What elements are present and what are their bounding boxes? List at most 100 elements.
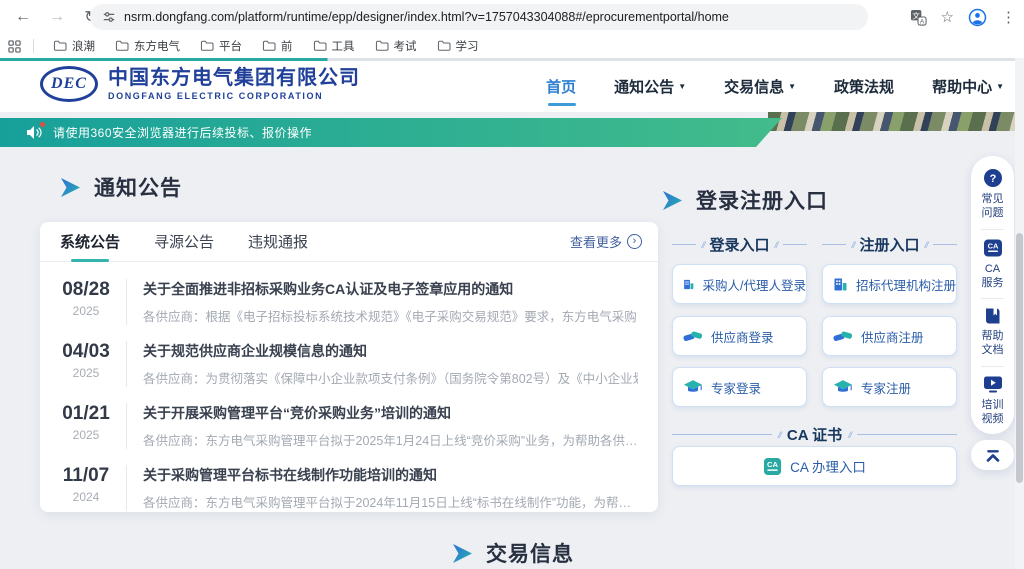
notice-desc: 各供应商：东方电气采购管理平台拟于2025年1月24日上线“竞价采购”业务，为帮… <box>143 430 638 449</box>
login-section-header: 登录注册入口 <box>662 185 828 215</box>
rail-item-faq[interactable]: ? 常见问题 <box>971 168 1014 221</box>
back-icon[interactable]: ← <box>10 4 36 30</box>
bookmarks-bar: 浪潮 东方电气 平台 前 工具 考试 学习 <box>0 34 1024 58</box>
section-title: 通知公告 <box>94 172 182 202</box>
browser-toolbar: ← → ↻ nsrm.dongfang.com/platform/runtime… <box>0 0 1024 34</box>
section-arrow-icon <box>60 178 81 197</box>
expert-login-button[interactable]: 专家登录 <box>672 367 807 407</box>
collapse-up-icon <box>984 448 1002 463</box>
chevron-down-icon: ▼ <box>996 82 1004 91</box>
ca-group-header: // CA 证书 // <box>672 424 957 445</box>
bookmark-label: 平台 <box>219 38 242 54</box>
register-group-header: // 注册入口 // <box>822 234 957 255</box>
ca-badge-icon: CA <box>763 457 782 476</box>
handshake-icon <box>833 329 853 344</box>
nav-item-home[interactable]: 首页 <box>546 76 576 97</box>
translate-icon[interactable]: 文 A <box>910 9 927 26</box>
svg-text:CA: CA <box>987 241 998 250</box>
section-arrow-icon <box>662 191 683 210</box>
company-name-en: DONGFANG ELECTRIC CORPORATION <box>108 91 360 101</box>
bookmark-label: 浪潮 <box>72 38 95 54</box>
nav-item-help-center[interactable]: 帮助中心▼ <box>932 76 1004 97</box>
notice-desc: 各供应商：东方电气采购管理平台拟于2024年11月15日上线“标书在线制作”功能… <box>143 492 631 511</box>
notice-date: 04/03 2025 <box>56 341 116 380</box>
notices-card: 系统公告 寻源公告 违规通报 查看更多 › 08/28 2025 关于全面推进非… <box>40 222 658 512</box>
notice-tabs: 系统公告 寻源公告 违规通报 查看更多 › <box>40 222 658 262</box>
supplier-register-button[interactable]: 供应商注册 <box>822 316 957 356</box>
building-icon <box>683 276 695 293</box>
handshake-icon <box>683 329 703 344</box>
chevron-right-circle-icon: › <box>627 234 642 249</box>
notice-title[interactable]: 关于全面推进非招标采购业务CA认证及电子签章应用的通知 <box>143 279 638 299</box>
bookmark-folder[interactable]: 学习 <box>430 36 486 56</box>
bookmark-folder[interactable]: 考试 <box>368 36 424 56</box>
bookmark-label: 考试 <box>394 38 417 54</box>
notice-row[interactable]: 08/28 2025 关于全面推进非招标采购业务CA认证及电子签章应用的通知 各… <box>56 270 638 332</box>
nav-item-policies[interactable]: 政策法规 <box>834 76 894 97</box>
bookmark-folder[interactable]: 前 <box>255 36 300 56</box>
notice-title[interactable]: 关于开展采购管理平台“竞价采购业务”培训的通知 <box>143 403 638 423</box>
bookmark-folder[interactable]: 浪潮 <box>46 36 102 56</box>
banner-photo <box>768 112 1024 131</box>
agency-register-button[interactable]: 招标代理机构注册 <box>822 264 957 304</box>
tab-violation-reports[interactable]: 违规通报 <box>248 222 308 262</box>
divider <box>33 39 34 53</box>
tab-system-notices[interactable]: 系统公告 <box>60 222 120 262</box>
notice-row[interactable]: 01/21 2025 关于开展采购管理平台“竞价采购业务”培训的通知 各供应商：… <box>56 394 638 456</box>
nav-item-trade-info[interactable]: 交易信息▼ <box>724 76 796 97</box>
menu-dots-icon[interactable]: ⋮ <box>1001 8 1016 26</box>
section-arrow-icon <box>452 544 473 563</box>
question-icon: ? <box>983 168 1003 188</box>
rail-item-ca-service[interactable]: CA CA服务 <box>971 238 1014 291</box>
site-header: DEC 中国东方电气集团有限公司 DONGFANG ELECTRIC CORPO… <box>0 61 1024 112</box>
rail-item-help-docs[interactable]: 帮助文档 <box>971 307 1014 358</box>
announcement-ticker: 请使用360安全浏览器进行后续投标、报价操作 <box>0 118 782 147</box>
view-more-link[interactable]: 查看更多 › <box>570 232 642 251</box>
bookmark-folder[interactable]: 东方电气 <box>108 36 187 56</box>
page-scrollbar <box>1015 58 1024 569</box>
folder-icon <box>313 40 327 52</box>
notice-title[interactable]: 关于规范供应商企业规模信息的通知 <box>143 341 638 361</box>
bookmark-star-icon[interactable]: ☆ <box>941 8 954 26</box>
tab-sourcing-notices[interactable]: 寻源公告 <box>154 222 214 262</box>
apps-grid-icon[interactable] <box>8 40 21 53</box>
ca-apply-button[interactable]: CA CA 办理入口 <box>672 446 957 486</box>
notice-date: 11/07 2024 <box>56 465 116 504</box>
folder-icon <box>262 40 276 52</box>
folder-icon <box>115 40 129 52</box>
site-info-icon[interactable] <box>102 10 116 24</box>
notices-section-header: 通知公告 <box>60 172 182 202</box>
video-icon <box>983 375 1003 394</box>
collapse-to-top-button[interactable] <box>971 440 1014 470</box>
address-bar[interactable]: nsrm.dongfang.com/platform/runtime/epp/d… <box>90 4 868 30</box>
notice-row[interactable]: 04/03 2025 关于规范供应商企业规模信息的通知 各供应商：为贯彻落实《保… <box>56 332 638 394</box>
supplier-login-button[interactable]: 供应商登录 <box>672 316 807 356</box>
folder-icon <box>437 40 451 52</box>
profile-icon[interactable] <box>968 8 987 27</box>
company-logo[interactable]: DEC 中国东方电气集团有限公司 DONGFANG ELECTRIC CORPO… <box>40 66 360 102</box>
notice-title[interactable]: 关于采购管理平台标书在线制作功能培训的通知 <box>143 465 631 485</box>
section-title: 交易信息 <box>486 538 574 568</box>
folder-icon <box>200 40 214 52</box>
bookmark-folder[interactable]: 工具 <box>306 36 362 56</box>
main-nav: 首页 通知公告▼ 交易信息▼ 政策法规 帮助中心▼ <box>546 61 1004 112</box>
svg-text:CA: CA <box>767 459 778 468</box>
notice-row[interactable]: 11/07 2024 关于采购管理平台标书在线制作功能培训的通知 各供应商：东方… <box>56 456 638 518</box>
purchaser-login-button[interactable]: 采购人/代理人登录 <box>672 264 807 304</box>
nav-item-notices[interactable]: 通知公告▼ <box>614 76 686 97</box>
trade-section-header: 交易信息 <box>452 538 574 568</box>
bookmark-label: 东方电气 <box>134 38 180 54</box>
forward-icon[interactable]: → <box>44 4 70 30</box>
ca-icon: CA <box>983 238 1003 258</box>
bookmark-label: 前 <box>281 38 293 54</box>
login-group-header: // 登录入口 // <box>672 234 807 255</box>
notice-desc: 各供应商：根据《电子招标投标系统技术规范》《电子采购交易规范》要求，东方电气采购… <box>143 306 638 325</box>
bookmark-folder[interactable]: 平台 <box>193 36 249 56</box>
folder-icon <box>375 40 389 52</box>
notice-date: 08/28 2025 <box>56 279 116 318</box>
notice-date: 01/21 2025 <box>56 403 116 442</box>
scrollbar-thumb[interactable] <box>1016 233 1023 483</box>
expert-register-button[interactable]: 专家注册 <box>822 367 957 407</box>
url-text: nsrm.dongfang.com/platform/runtime/epp/d… <box>124 10 729 24</box>
rail-item-training-videos[interactable]: 培训视频 <box>971 375 1014 427</box>
